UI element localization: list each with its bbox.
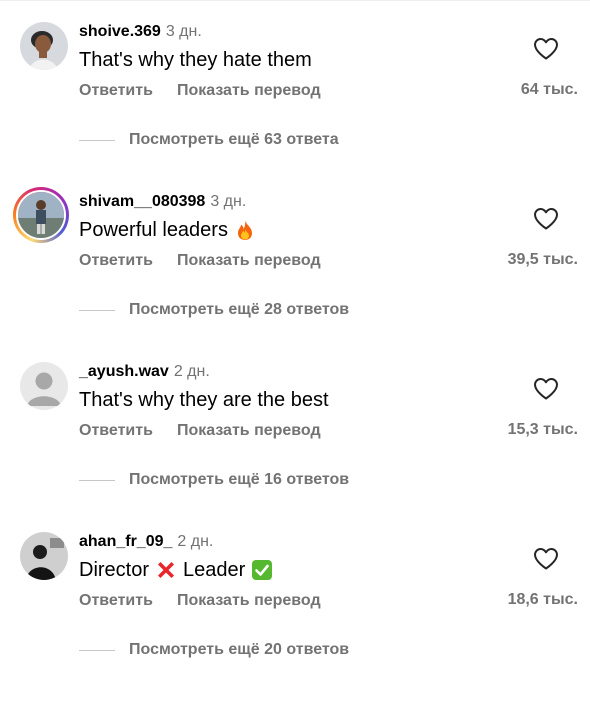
comment-meta: shoive.369 3 дн. bbox=[79, 22, 202, 42]
like-count: 39,5 тыс. bbox=[507, 251, 578, 268]
comment-meta: ahan_fr_09_ 2 дн. bbox=[79, 532, 213, 552]
profile-photo-icon bbox=[20, 22, 68, 70]
comment-item: shivam__080398 3 дн. Powerful leaders Отв… bbox=[0, 187, 590, 362]
comment-meta: _ayush.wav 2 дн. bbox=[79, 362, 210, 382]
default-avatar-icon bbox=[20, 362, 68, 410]
comment-item: _ayush.wav 2 дн. That's why they are the … bbox=[0, 362, 590, 532]
comment-text: That's why they are the best bbox=[79, 387, 329, 413]
reply-button[interactable]: Ответить bbox=[79, 422, 153, 439]
comment-time: 3 дн. bbox=[165, 23, 202, 40]
translate-button[interactable]: Показать перевод bbox=[177, 422, 321, 439]
view-more-replies-button[interactable]: Посмотреть ещё 20 ответов bbox=[79, 639, 349, 661]
profile-photo-icon bbox=[18, 192, 64, 238]
reply-button[interactable]: Ответить bbox=[79, 82, 153, 99]
view-more-replies-label: Посмотреть ещё 28 ответов bbox=[129, 301, 350, 318]
heart-icon[interactable] bbox=[533, 377, 559, 401]
replies-divider-line bbox=[79, 649, 115, 651]
comment-actions: Ответить Показать перевод bbox=[79, 590, 321, 612]
comment-time: 2 дн. bbox=[177, 533, 214, 550]
view-more-replies-button[interactable]: Посмотреть ещё 28 ответов bbox=[79, 299, 349, 321]
translate-button[interactable]: Показать перевод bbox=[177, 592, 321, 609]
like-count: 18,6 тыс. bbox=[507, 591, 578, 608]
like-count: 64 тыс. bbox=[520, 81, 578, 98]
comment-text: That's why they hate them bbox=[79, 47, 312, 73]
comment-time: 3 дн. bbox=[210, 193, 247, 210]
view-more-replies-button[interactable]: Посмотреть ещё 63 ответа bbox=[79, 129, 339, 151]
top-divider bbox=[0, 0, 590, 1]
heart-icon[interactable] bbox=[533, 547, 559, 571]
view-more-replies-label: Посмотреть ещё 20 ответов bbox=[129, 641, 350, 658]
comment-text: Powerful leaders bbox=[79, 217, 256, 243]
comment-text-content: That's why they are the best bbox=[79, 389, 329, 411]
avatar-with-story-ring[interactable] bbox=[13, 187, 69, 243]
comment-item: ahan_fr_09_ 2 дн. Director Leader Ответит… bbox=[0, 532, 590, 702]
replies-divider-line bbox=[79, 139, 115, 141]
cross-mark-emoji-icon bbox=[155, 559, 177, 581]
comment-text-part: Director bbox=[79, 559, 150, 581]
profile-photo-icon bbox=[20, 532, 68, 580]
comment-text-content: That's why they hate them bbox=[79, 49, 312, 71]
avatar[interactable] bbox=[20, 22, 68, 70]
username[interactable]: shivam__080398 bbox=[79, 193, 205, 210]
comment-actions: Ответить Показать перевод bbox=[79, 80, 321, 102]
comment-text-content: Powerful leaders bbox=[79, 219, 228, 241]
comment-item: shoive.369 3 дн. That's why they hate the… bbox=[0, 22, 590, 192]
comment-actions: Ответить Показать перевод bbox=[79, 420, 321, 442]
view-more-replies-button[interactable]: Посмотреть ещё 16 ответов bbox=[79, 469, 349, 491]
view-more-replies-label: Посмотреть ещё 63 ответа bbox=[129, 131, 339, 148]
view-more-replies-label: Посмотреть ещё 16 ответов bbox=[129, 471, 350, 488]
check-mark-emoji-icon bbox=[251, 559, 273, 581]
avatar[interactable] bbox=[20, 532, 68, 580]
replies-divider-line bbox=[79, 479, 115, 481]
heart-icon[interactable] bbox=[533, 37, 559, 61]
reply-button[interactable]: Ответить bbox=[79, 252, 153, 269]
comment-text: Director Leader bbox=[79, 557, 273, 583]
username[interactable]: _ayush.wav bbox=[79, 363, 169, 380]
comment-text-part: Leader bbox=[183, 559, 246, 581]
fire-emoji-icon bbox=[234, 219, 256, 241]
username[interactable]: shoive.369 bbox=[79, 23, 161, 40]
like-count: 15,3 тыс. bbox=[507, 421, 578, 438]
translate-button[interactable]: Показать перевод bbox=[177, 82, 321, 99]
comment-meta: shivam__080398 3 дн. bbox=[79, 192, 246, 212]
reply-button[interactable]: Ответить bbox=[79, 592, 153, 609]
heart-icon[interactable] bbox=[533, 207, 559, 231]
comment-time: 2 дн. bbox=[173, 363, 210, 380]
username[interactable]: ahan_fr_09_ bbox=[79, 533, 172, 550]
comment-actions: Ответить Показать перевод bbox=[79, 250, 321, 272]
replies-divider-line bbox=[79, 309, 115, 311]
translate-button[interactable]: Показать перевод bbox=[177, 252, 321, 269]
avatar[interactable] bbox=[20, 362, 68, 410]
